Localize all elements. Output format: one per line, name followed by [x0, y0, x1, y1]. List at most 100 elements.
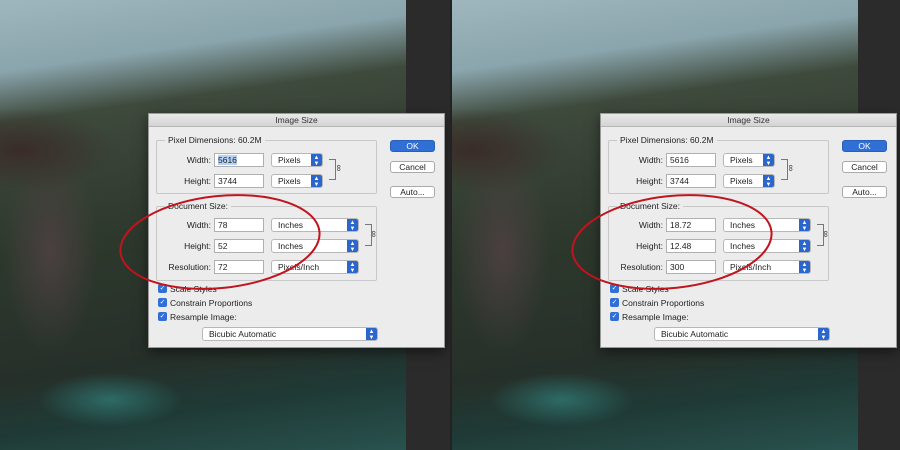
before-panel: Image Size Pixel Dimensions: 60.2M Width…	[0, 0, 450, 450]
document-size-label: Document Size:	[617, 201, 683, 211]
doc-width-label: Width:	[186, 220, 211, 230]
document-size-group: Document Size: Width: 78 Inches ▲ ▼ Height…	[156, 201, 380, 281]
doc-height-input[interactable]: 52	[214, 239, 264, 253]
resample-image-label: Resample Image:	[622, 312, 689, 322]
px-width-input[interactable]: 5616	[666, 153, 716, 167]
chevron-updown-icon: ▲ ▼	[311, 175, 322, 188]
pixel-dimensions-title: Pixel Dimensions:	[620, 135, 688, 145]
chevron-updown-icon: ▲ ▼	[347, 219, 358, 232]
comparison: Image Size Pixel Dimensions: 60.2M Width…	[0, 0, 900, 450]
checkmark-icon: ✓	[158, 312, 167, 321]
cancel-button[interactable]: Cancel	[842, 161, 887, 173]
scale-styles-checkbox[interactable]: ✓ Scale Styles	[610, 284, 669, 294]
cancel-button[interactable]: Cancel	[390, 161, 435, 173]
ok-button[interactable]: OK	[390, 140, 435, 152]
px-width-input[interactable]: 5616	[214, 153, 264, 167]
doc-height-unit: Inches	[278, 241, 304, 251]
resample-image-checkbox[interactable]: ✓ Resample Image:	[610, 312, 689, 322]
resolution-unit: Pixels/Inch	[278, 262, 320, 272]
doc-width-value: 18.72	[670, 220, 692, 230]
scale-styles-checkbox[interactable]: ✓ Scale Styles	[158, 284, 217, 294]
resolution-unit: Pixels/Inch	[730, 262, 772, 272]
dialog-title: Image Size	[601, 114, 896, 127]
resample-method-select[interactable]: Bicubic Automatic ▲ ▼	[654, 327, 830, 341]
px-width-unit-select[interactable]: Pixels ▲ ▼	[271, 153, 323, 167]
doc-height-input[interactable]: 12.48	[666, 239, 716, 253]
document-size-label: Document Size:	[165, 201, 231, 211]
doc-width-unit: Inches	[730, 220, 756, 230]
px-height-unit-select[interactable]: Pixels ▲ ▼	[723, 174, 775, 188]
resample-image-label: Resample Image:	[170, 312, 237, 322]
pixel-dimensions-label: Pixel Dimensions: 60.2M	[165, 135, 265, 145]
doc-width-unit: Inches	[278, 220, 304, 230]
resolution-label: Resolution:	[168, 262, 211, 272]
resolution-unit-select[interactable]: Pixels/Inch ▲ ▼	[271, 260, 359, 274]
dialog-title: Image Size	[149, 114, 444, 127]
scale-styles-label: Scale Styles	[622, 284, 669, 294]
resample-image-checkbox[interactable]: ✓ Resample Image:	[158, 312, 237, 322]
chain-link-icon: ∞	[821, 230, 832, 238]
chevron-updown-icon: ▲ ▼	[311, 154, 322, 167]
pixel-dimensions-value: 60.2M	[237, 135, 262, 145]
px-height-label: Height:	[184, 176, 211, 186]
pixel-dimensions-group: Pixel Dimensions: 60.2M Width: 5616 Pixe…	[156, 135, 377, 194]
doc-height-unit: Inches	[730, 241, 756, 251]
px-width-label: Width:	[638, 155, 663, 165]
chevron-updown-icon: ▲ ▼	[799, 219, 810, 232]
doc-height-label: Height:	[184, 241, 211, 251]
chain-link-icon: ∞	[786, 164, 797, 172]
px-height-unit-select[interactable]: Pixels ▲ ▼	[271, 174, 323, 188]
resolution-unit-select[interactable]: Pixels/Inch ▲ ▼	[723, 260, 811, 274]
pixel-dimensions-label: Pixel Dimensions: 60.2M	[617, 135, 717, 145]
checkmark-icon: ✓	[610, 284, 619, 293]
doc-height-unit-select[interactable]: Inches ▲ ▼	[271, 239, 359, 253]
chain-link-icon: ∞	[334, 164, 345, 172]
resolution-input[interactable]: 72	[214, 260, 264, 274]
px-width-value: 5616	[670, 155, 689, 165]
px-height-value: 3744	[218, 176, 237, 186]
doc-height-label: Height:	[636, 241, 663, 251]
resolution-label: Resolution:	[620, 262, 663, 272]
doc-width-unit-select[interactable]: Inches ▲ ▼	[271, 218, 359, 232]
image-size-dialog: Image Size Pixel Dimensions: 60.2M Width…	[600, 113, 897, 348]
resolution-value: 300	[670, 262, 685, 272]
chevron-updown-icon: ▲ ▼	[763, 175, 774, 188]
px-height-unit: Pixels	[278, 176, 301, 186]
constrain-proportions-checkbox[interactable]: ✓ Constrain Proportions	[610, 298, 704, 308]
doc-height-value: 52	[218, 241, 228, 251]
pixel-dimensions-title: Pixel Dimensions:	[168, 135, 236, 145]
doc-height-value: 12.48	[670, 241, 692, 251]
image-size-dialog: Image Size Pixel Dimensions: 60.2M Width…	[148, 113, 445, 348]
doc-width-input[interactable]: 78	[214, 218, 264, 232]
constrain-proportions-checkbox[interactable]: ✓ Constrain Proportions	[158, 298, 252, 308]
checkmark-icon: ✓	[158, 298, 167, 307]
chevron-updown-icon: ▲ ▼	[347, 261, 358, 274]
checkmark-icon: ✓	[158, 284, 167, 293]
px-width-unit: Pixels	[278, 155, 301, 165]
resolution-input[interactable]: 300	[666, 260, 716, 274]
px-height-input[interactable]: 3744	[214, 174, 264, 188]
chevron-updown-icon: ▲ ▼	[799, 261, 810, 274]
checkmark-icon: ✓	[610, 298, 619, 307]
after-panel: Image Size Pixel Dimensions: 60.2M Width…	[452, 0, 900, 450]
auto-button[interactable]: Auto...	[390, 186, 435, 198]
resolution-value: 72	[218, 262, 228, 272]
pixel-dimensions-value: 60.2M	[689, 135, 714, 145]
doc-width-input[interactable]: 18.72	[666, 218, 716, 232]
pixel-dimensions-group: Pixel Dimensions: 60.2M Width: 5616 Pixe…	[608, 135, 829, 194]
chain-link-icon: ∞	[369, 230, 380, 238]
doc-height-unit-select[interactable]: Inches ▲ ▼	[723, 239, 811, 253]
ok-button[interactable]: OK	[842, 140, 887, 152]
resample-method-select[interactable]: Bicubic Automatic ▲ ▼	[202, 327, 378, 341]
auto-button[interactable]: Auto...	[842, 186, 887, 198]
px-height-unit: Pixels	[730, 176, 753, 186]
chevron-updown-icon: ▲ ▼	[818, 328, 829, 341]
px-width-unit: Pixels	[730, 155, 753, 165]
px-height-input[interactable]: 3744	[666, 174, 716, 188]
scale-styles-label: Scale Styles	[170, 284, 217, 294]
constrain-proportions-label: Constrain Proportions	[622, 298, 705, 308]
doc-width-unit-select[interactable]: Inches ▲ ▼	[723, 218, 811, 232]
px-width-unit-select[interactable]: Pixels ▲ ▼	[723, 153, 775, 167]
px-width-label: Width:	[186, 155, 211, 165]
checkmark-icon: ✓	[610, 312, 619, 321]
